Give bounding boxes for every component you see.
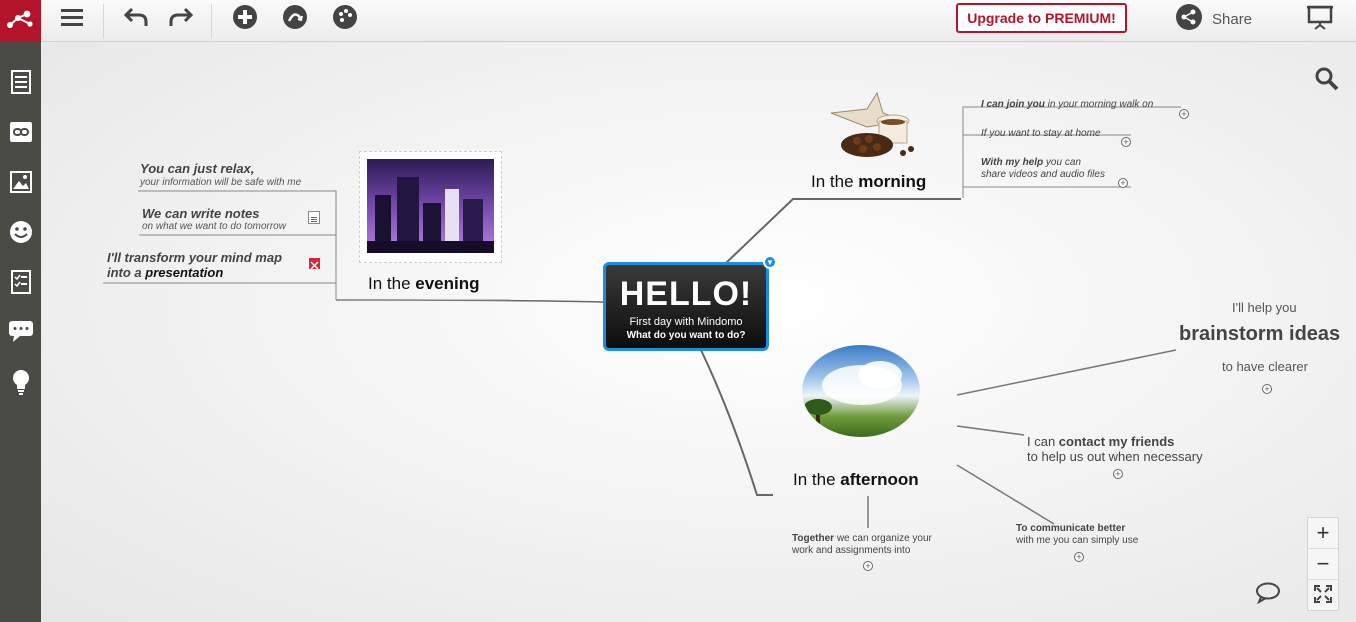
central-topic[interactable]: HELLO! First day with Mindomo What do yo… [603, 262, 769, 351]
task-icon [10, 269, 31, 299]
subtopic-help-you[interactable]: I'll help you [1232, 300, 1297, 315]
theme-icon [333, 4, 357, 34]
subtopic-relax[interactable]: You can just relax, [140, 161, 254, 176]
expand-icon[interactable]: + [1121, 137, 1131, 147]
share-icon [1176, 4, 1202, 34]
relationship-button[interactable] [275, 0, 315, 38]
presentation-icon [1307, 4, 1333, 35]
coffee-image[interactable] [827, 91, 923, 165]
expand-icon[interactable]: + [1179, 109, 1189, 119]
presentation-slide-icon[interactable] [309, 258, 320, 270]
mind-map-canvas[interactable]: HELLO! First day with Mindomo What do yo… [41, 43, 1356, 622]
search-icon [1315, 67, 1339, 95]
notes-button[interactable] [0, 64, 41, 104]
upgrade-premium-button[interactable]: Upgrade to PREMIUM! [956, 3, 1127, 33]
subtopic-notes[interactable]: We can write notes [142, 206, 260, 221]
subtopic-contact-friends[interactable]: I can contact my friends [1027, 434, 1174, 449]
evening-image[interactable] [359, 151, 502, 263]
zoom-out-button[interactable]: − [1308, 549, 1338, 580]
topic-afternoon[interactable]: In the afternoon [793, 470, 919, 490]
share-label: Share [1212, 10, 1253, 28]
presentation-button[interactable] [1300, 0, 1340, 38]
subtopic-share-videos[interactable]: With my help you can [981, 157, 1081, 168]
emoji-button[interactable] [0, 214, 41, 254]
toolbar-divider [103, 4, 104, 38]
link-icon [9, 121, 32, 147]
search-button[interactable] [1315, 67, 1339, 96]
subtopic-join-walk[interactable]: I can join you in your morning walk on [981, 99, 1153, 110]
topic-morning[interactable]: In the morning [811, 172, 926, 192]
subtopic-together-line2: work and assignments into [792, 545, 911, 556]
zoom-controls: + − [1307, 517, 1339, 611]
toolbar-divider [211, 4, 212, 38]
undo-icon [123, 6, 150, 33]
subtopic-presentation-line2: into a presentation [107, 265, 224, 280]
expand-icon[interactable]: + [1113, 469, 1123, 479]
fit-to-screen-button[interactable] [1308, 580, 1338, 611]
notes-icon [10, 69, 31, 99]
subtopic-presentation[interactable]: I'll transform your mind map [107, 250, 282, 265]
chat-button[interactable] [1255, 582, 1281, 609]
topic-evening[interactable]: In the evening [368, 274, 480, 294]
central-title: HELLO! [619, 275, 753, 313]
idea-icon [12, 369, 30, 400]
image-button[interactable] [0, 164, 41, 204]
subtopic-clearer: to have clearer [1222, 359, 1308, 374]
note-icon[interactable] [308, 211, 320, 224]
subtopic-relax-note: your information will be safe with me [140, 177, 302, 188]
subtopic-communicate-line2: with me you can simply use [1016, 535, 1139, 546]
subtopic-brainstorm-ideas[interactable]: brainstorm ideas [1179, 323, 1340, 346]
undo-button[interactable] [117, 0, 157, 38]
idea-button[interactable] [0, 364, 41, 404]
expand-icon[interactable]: + [863, 561, 873, 571]
zoom-in-button[interactable]: + [1308, 518, 1338, 549]
comments-button[interactable] [0, 314, 41, 354]
expand-icon[interactable]: + [1074, 552, 1084, 562]
mindomo-logo[interactable] [0, 0, 41, 42]
city-skyline-image [367, 159, 494, 253]
share-button[interactable]: Share [1176, 4, 1252, 34]
redo-button[interactable] [160, 0, 200, 38]
menu-icon [61, 7, 83, 32]
afternoon-landscape-image[interactable] [802, 345, 920, 437]
expand-icon[interactable]: + [1262, 384, 1272, 394]
expand-icon[interactable]: + [1118, 178, 1128, 188]
redo-icon [167, 6, 194, 33]
menu-button[interactable] [52, 0, 92, 38]
subtopic-contact-friends-line2: to help us out when necessary [1027, 449, 1203, 464]
add-topic-icon [233, 4, 257, 34]
subtopic-share-videos-line2: share videos and audio files [981, 169, 1105, 180]
theme-button[interactable] [325, 0, 365, 38]
collapse-toggle-icon[interactable]: ▼ [763, 255, 777, 269]
central-question: What do you want to do? [626, 330, 746, 341]
relationship-icon [283, 4, 307, 34]
emoji-icon [9, 220, 33, 249]
task-button[interactable] [0, 264, 41, 304]
subtopic-together[interactable]: Together we can organize your [792, 533, 932, 544]
add-topic-button[interactable] [225, 0, 265, 38]
fit-screen-icon [1314, 583, 1332, 609]
link-button[interactable] [0, 114, 41, 154]
central-subtitle: First day with Mindomo [629, 316, 743, 328]
chat-bubble-icon [1255, 582, 1281, 608]
image-icon [9, 170, 32, 198]
subtopic-communicate[interactable]: To communicate better [1016, 523, 1125, 534]
comments-icon [8, 320, 33, 348]
subtopic-notes-note: on what we want to do tomorrow [142, 221, 286, 232]
top-toolbar: Upgrade to PREMIUM! Share [0, 0, 1356, 42]
subtopic-stay-home[interactable]: If you want to stay at home [981, 128, 1101, 139]
left-sidebar [0, 42, 41, 622]
